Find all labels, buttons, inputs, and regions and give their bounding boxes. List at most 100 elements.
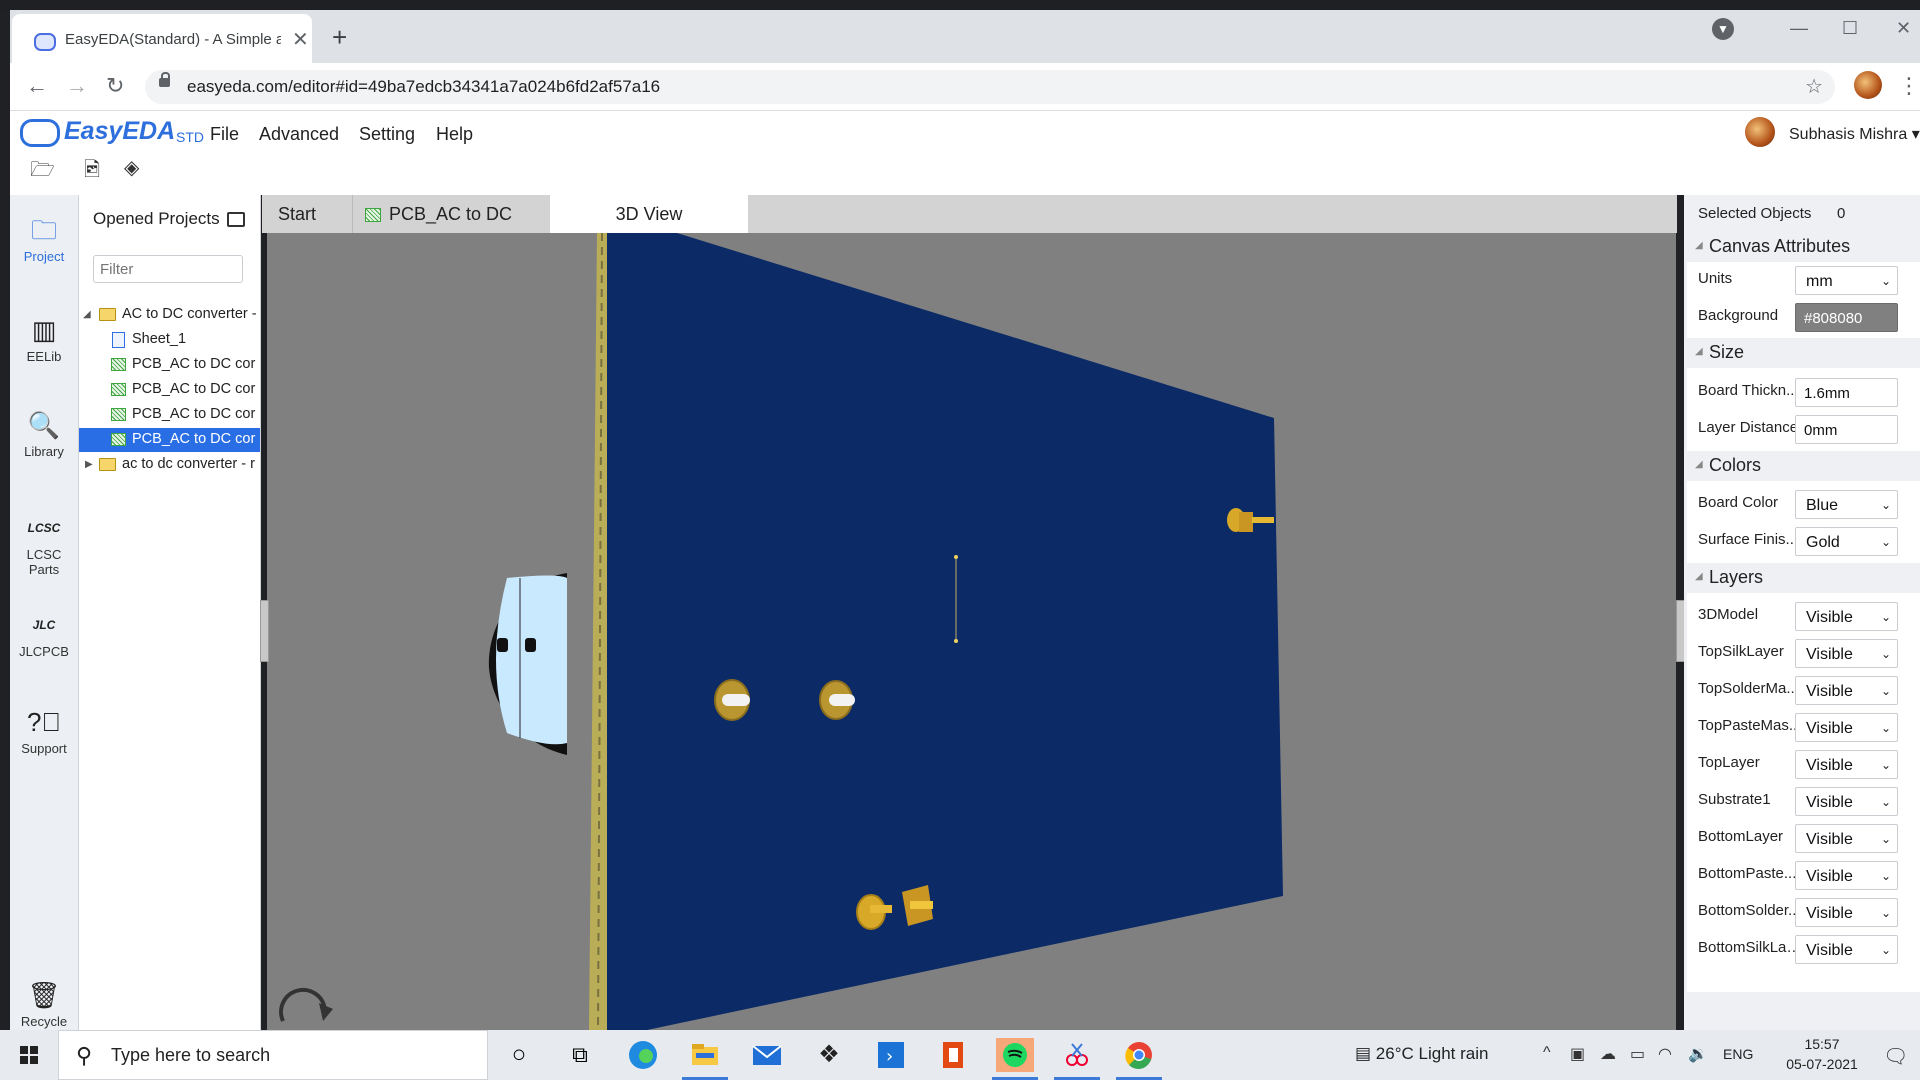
reload-icon[interactable]: ↻	[106, 73, 124, 99]
layer-visibility-select[interactable]: Visible ⌄	[1795, 750, 1898, 779]
menu-help[interactable]: Help	[436, 124, 473, 145]
rail-lcsc[interactable]: LCSC LCSC Parts	[10, 513, 78, 577]
rail-lcsc-label: LCSC Parts	[26, 547, 62, 577]
forward-icon[interactable]: →	[66, 73, 88, 99]
layers-icon[interactable]: ◈	[124, 155, 139, 180]
dropbox-icon[interactable]: ❖	[810, 1038, 848, 1072]
3d-view-canvas[interactable]	[267, 233, 1676, 1030]
tree-item-project[interactable]: ◢ AC to DC converter -	[79, 303, 260, 327]
browser-menu-icon[interactable]: ⋮	[1898, 73, 1920, 99]
layer-visibility-select[interactable]: Visible ⌄	[1795, 898, 1898, 927]
rail-jlcpcb[interactable]: JLC JLCPCB	[10, 610, 78, 659]
layer-visibility-select[interactable]: Visible ⌄	[1795, 935, 1898, 964]
cortana-icon[interactable]: ○	[500, 1038, 538, 1072]
capacitor-mark	[497, 638, 508, 652]
maximize-icon[interactable]: ☐	[1842, 18, 1858, 39]
new-tab-icon[interactable]: +	[332, 24, 347, 50]
battery-icon[interactable]: ▭	[1630, 1044, 1645, 1064]
meet-now-icon[interactable]: ▣	[1570, 1044, 1585, 1064]
tab-pcb[interactable]: PCB_AC to DC c...	[352, 195, 538, 262]
tab-start[interactable]: Start	[262, 195, 348, 233]
mail-icon[interactable]	[748, 1038, 786, 1072]
back-icon[interactable]: ←	[26, 73, 48, 99]
menu-file[interactable]: File	[210, 124, 239, 145]
layer-visibility-select[interactable]: Visible ⌄	[1795, 676, 1898, 705]
user-menu[interactable]: Subhasis Mishra ▾	[1745, 117, 1920, 147]
section-colors[interactable]: ◢ Colors	[1687, 451, 1920, 481]
image-export-icon[interactable]: 🖻	[84, 155, 100, 189]
open-folder-icon[interactable]: 🗁	[30, 155, 55, 189]
notification-center-icon[interactable]: 🗨	[1883, 1044, 1908, 1069]
volume-icon[interactable]: 🔉	[1688, 1044, 1708, 1064]
tree-item-pcb[interactable]: PCB_AC to DC cor	[79, 378, 260, 402]
search-icon: ⚲	[76, 1043, 93, 1068]
window-controls: ▼ — ☐ ✕	[1710, 18, 1920, 48]
language-indicator[interactable]: ENG	[1723, 1046, 1753, 1062]
rail-eelib[interactable]: ▥ EELib	[10, 315, 78, 364]
tree-item-pcb[interactable]: PCB_AC to DC cor	[79, 353, 260, 377]
tree-item-pcb[interactable]: PCB_AC to DC cor	[79, 403, 260, 427]
user-avatar	[1745, 117, 1775, 147]
layer-visibility-select[interactable]: Visible ⌄	[1795, 787, 1898, 816]
layer-visibility-select[interactable]: Visible ⌄	[1795, 824, 1898, 853]
snipping-tool-icon[interactable]	[1054, 1038, 1100, 1080]
rail-recycle[interactable]: 🗑 Recycle	[10, 980, 78, 1029]
menu-advanced[interactable]: Advanced	[259, 124, 339, 145]
schematic-icon	[112, 332, 125, 348]
clock-time[interactable]: 15:57	[1782, 1036, 1862, 1052]
tree-item-sheet[interactable]: Sheet_1	[79, 328, 260, 352]
bookmark-star-icon[interactable]: ☆	[1805, 74, 1823, 99]
clock-date[interactable]: 05-07-2021	[1782, 1056, 1862, 1072]
surface-finish-select[interactable]: Gold ⌄	[1795, 527, 1898, 556]
rotate-view-icon[interactable]	[279, 987, 328, 1022]
layer-distance-input[interactable]: 0mm	[1795, 415, 1898, 444]
left-splitter-handle[interactable]	[260, 600, 269, 662]
trash-icon: 🗑	[27, 980, 61, 1010]
folder-icon[interactable]	[227, 212, 245, 227]
section-size[interactable]: ◢ Size	[1687, 338, 1920, 368]
taskbar-search[interactable]: ⚲ Type here to search	[58, 1030, 488, 1080]
3d-board-render[interactable]	[267, 233, 1676, 1030]
expand-triangle-icon[interactable]: ◢	[83, 309, 91, 320]
rail-library[interactable]: 🔍 Library	[10, 410, 78, 459]
spotify-icon[interactable]	[992, 1038, 1038, 1080]
edge-browser-icon[interactable]	[624, 1038, 662, 1072]
browser-profile-avatar[interactable]	[1854, 71, 1882, 99]
tree-item-project[interactable]: ▶ ac to dc converter - r	[79, 453, 260, 477]
background-color-input[interactable]: #808080	[1795, 303, 1898, 332]
weather-widget[interactable]: ▤ 26°C Light rain	[1355, 1044, 1488, 1064]
tab-3d-view[interactable]: 3D View	[550, 195, 748, 233]
wifi-icon[interactable]: ◠	[1658, 1044, 1672, 1064]
powershell-icon[interactable]: ›	[872, 1038, 910, 1072]
minimize-icon[interactable]: —	[1790, 18, 1808, 39]
board-thickness-input[interactable]: 1.6mm	[1795, 378, 1898, 407]
rail-support[interactable]: ?⃝ Support	[10, 707, 78, 756]
layer-visibility-select[interactable]: Visible ⌄	[1795, 713, 1898, 742]
filter-input[interactable]	[93, 255, 243, 283]
url-bar[interactable]: easyeda.com/editor#id=49ba7edcb34341a7a0…	[145, 70, 1835, 104]
browser-tab[interactable]: EasyEDA(Standard) - A Simple and Powerfu…	[12, 14, 312, 63]
close-window-icon[interactable]: ✕	[1896, 18, 1911, 39]
file-explorer-icon[interactable]	[682, 1038, 728, 1080]
layer-row: BottomPaste... Visible ⌄	[1687, 859, 1920, 895]
tree-item-pcb-selected[interactable]: PCB_AC to DC cor	[79, 428, 260, 452]
task-view-icon[interactable]: ⧉	[561, 1038, 599, 1072]
units-select[interactable]: mm ⌄	[1795, 266, 1898, 295]
board-color-select[interactable]: Blue ⌄	[1795, 490, 1898, 519]
layer-visibility-select[interactable]: Visible ⌄	[1795, 602, 1898, 631]
close-tab-icon[interactable]: ✕	[292, 27, 309, 52]
rail-project[interactable]: 🗀 Project	[10, 215, 78, 264]
media-control-icon[interactable]: ▼	[1712, 18, 1734, 40]
section-layers[interactable]: ◢ Layers	[1687, 563, 1920, 593]
section-canvas-attributes[interactable]: ◢ Canvas Attributes	[1687, 232, 1920, 262]
collapsed-triangle-icon[interactable]: ▶	[85, 459, 93, 470]
layer-visibility-select[interactable]: Visible ⌄	[1795, 861, 1898, 890]
chrome-icon[interactable]	[1116, 1038, 1162, 1080]
menu-setting[interactable]: Setting	[359, 124, 415, 145]
component-pin	[829, 694, 855, 706]
office-icon[interactable]	[934, 1038, 972, 1072]
tray-chevron-icon[interactable]: ^	[1543, 1044, 1551, 1062]
start-button[interactable]	[0, 1030, 58, 1080]
layer-visibility-select[interactable]: Visible ⌄	[1795, 639, 1898, 668]
onedrive-icon[interactable]: ☁	[1600, 1044, 1616, 1064]
